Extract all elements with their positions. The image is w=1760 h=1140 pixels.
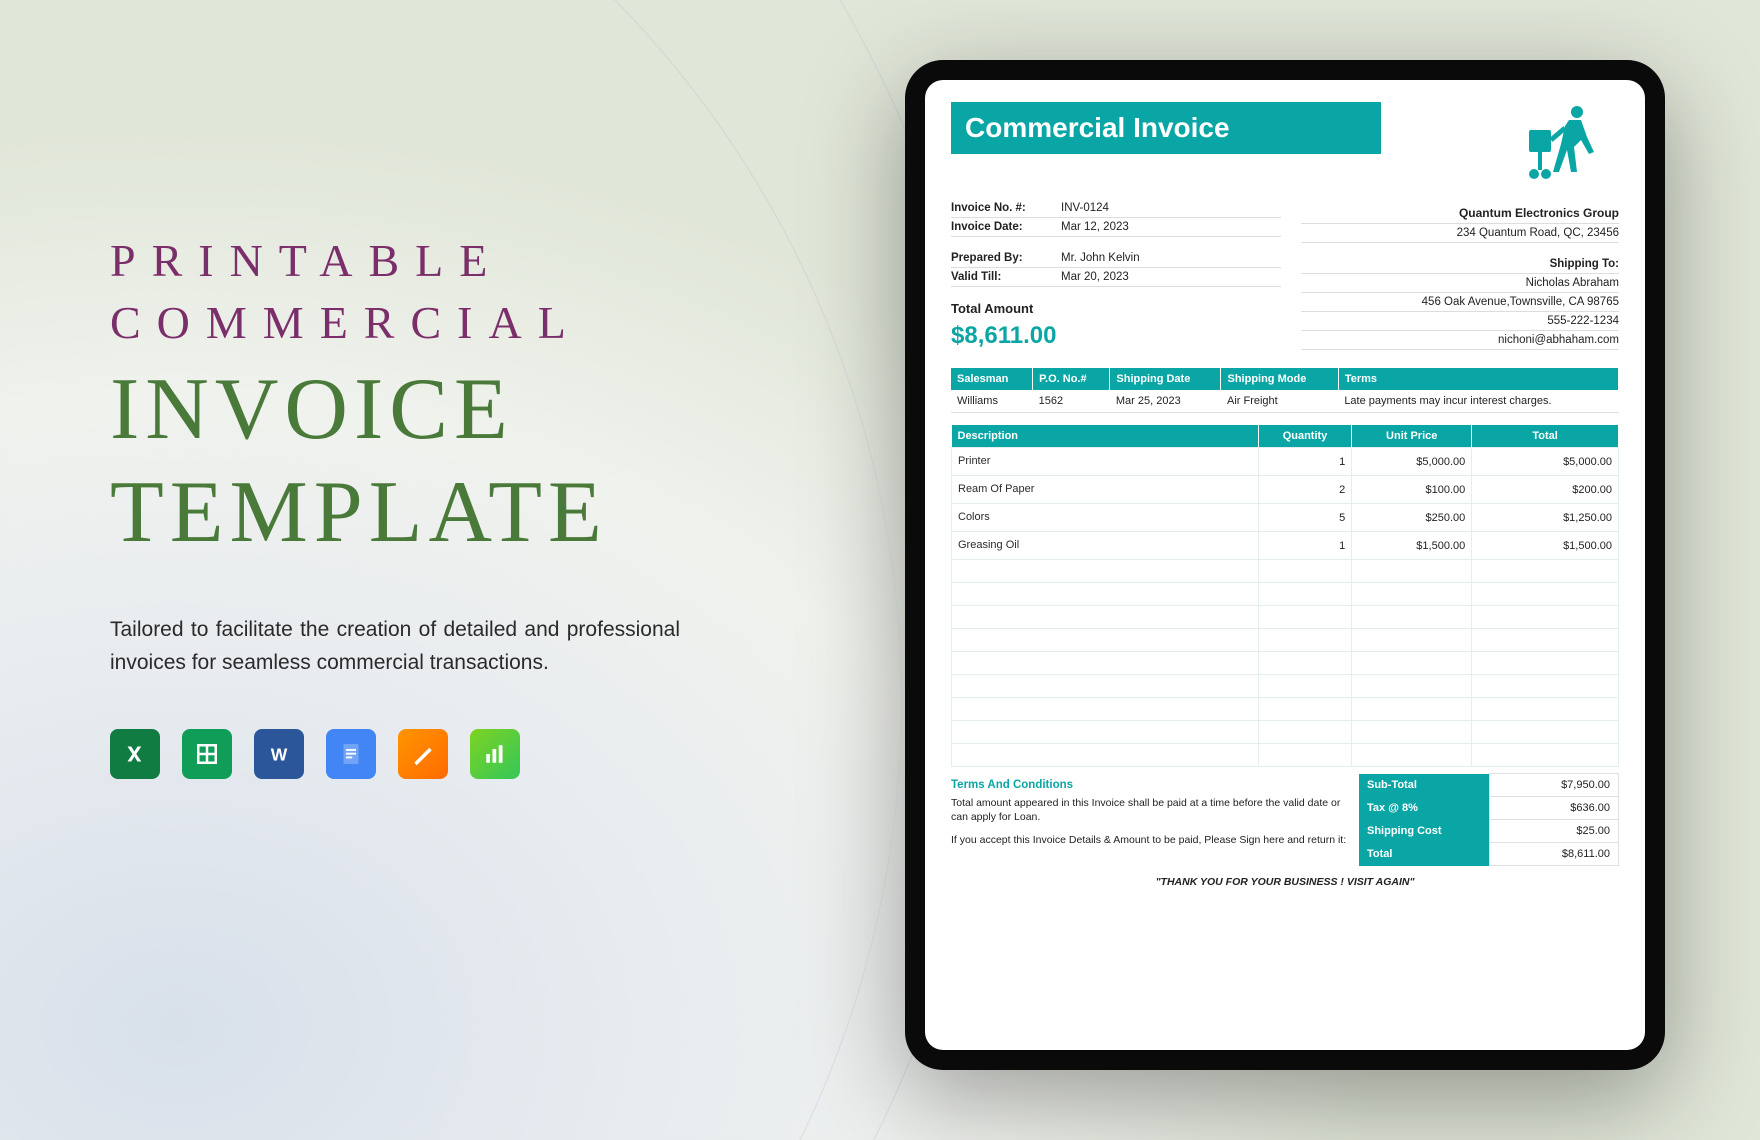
invoice-no-label: Invoice No. #: — [951, 202, 1061, 214]
shipping-phone: 555-222-1234 — [1301, 312, 1619, 331]
totals-row: Shipping Cost$25.00 — [1359, 820, 1619, 843]
totals-value: $636.00 — [1489, 797, 1619, 820]
thank-you-text: "THANK YOU FOR YOUR BUSINESS ! VISIT AGA… — [951, 876, 1619, 888]
table-row: . — [952, 560, 1619, 583]
terms-text-1: Total amount appeared in this Invoice sh… — [951, 797, 1349, 824]
item-total: $1,250.00 — [1472, 504, 1619, 532]
google-sheets-icon — [182, 729, 232, 779]
totals-value: $25.00 — [1489, 820, 1619, 843]
company-address: 234 Quantum Road, QC, 23456 — [1301, 224, 1619, 243]
order-info-table: SalesmanP.O. No.#Shipping DateShipping M… — [951, 368, 1619, 413]
shipping-name: Nicholas Abraham — [1301, 274, 1619, 293]
title-line-3: INVOICE — [110, 364, 680, 456]
info-header: Salesman — [951, 368, 1033, 390]
shipping-address: 456 Oak Avenue,Townsville, CA 98765 — [1301, 293, 1619, 312]
pages-icon — [398, 729, 448, 779]
item-total: $1,500.00 — [1472, 532, 1619, 560]
table-row: Greasing Oil1$1,500.00$1,500.00 — [952, 532, 1619, 560]
info-cell: Air Freight — [1221, 390, 1338, 413]
word-icon: W — [254, 729, 304, 779]
info-header: P.O. No.# — [1033, 368, 1110, 390]
table-row: . — [952, 744, 1619, 767]
totals-label: Sub-Total — [1359, 774, 1489, 797]
google-docs-icon — [326, 729, 376, 779]
terms-block: Terms And Conditions Total amount appear… — [951, 773, 1349, 866]
valid-till-label: Valid Till: — [951, 271, 1061, 283]
marketing-text-block: PRINTABLE COMMERCIAL INVOICE TEMPLATE Ta… — [110, 230, 680, 779]
company-name: Quantum Electronics Group — [1301, 203, 1619, 224]
totals-row: Sub-Total$7,950.00 — [1359, 774, 1619, 797]
invoice-document: Commercial Invoice — [925, 80, 1645, 1050]
invoice-no-value: INV-0124 — [1061, 202, 1109, 214]
line-items-table: DescriptionQuantityUnit PriceTotal Print… — [951, 425, 1619, 767]
prepared-by-value: Mr. John Kelvin — [1061, 252, 1140, 264]
svg-text:W: W — [271, 744, 288, 764]
shipping-to-heading: Shipping To: — [1301, 255, 1619, 274]
totals-value: $8,611.00 — [1489, 843, 1619, 866]
totals-row: Tax @ 8%$636.00 — [1359, 797, 1619, 820]
info-cell: Williams — [951, 390, 1033, 413]
total-amount-value: $8,611.00 — [951, 322, 1281, 350]
info-header: Terms — [1338, 368, 1618, 390]
table-row: . — [952, 721, 1619, 744]
item-desc: Printer — [952, 448, 1259, 476]
table-row: . — [952, 583, 1619, 606]
item-header: Description — [952, 425, 1259, 448]
terms-text-2: If you accept this Invoice Details & Amo… — [951, 834, 1349, 848]
item-total: $5,000.00 — [1472, 448, 1619, 476]
item-qty: 1 — [1258, 448, 1351, 476]
shipping-email: nichoni@abhaham.com — [1301, 331, 1619, 350]
item-unit: $5,000.00 — [1352, 448, 1472, 476]
title-line-2: COMMERCIAL — [110, 292, 680, 354]
table-row: . — [952, 675, 1619, 698]
numbers-icon — [470, 729, 520, 779]
info-cell: 1562 — [1033, 390, 1110, 413]
info-cell: Mar 25, 2023 — [1110, 390, 1221, 413]
item-qty: 2 — [1258, 476, 1351, 504]
item-header: Total — [1472, 425, 1619, 448]
table-row: Printer1$5,000.00$5,000.00 — [952, 448, 1619, 476]
totals-label: Tax @ 8% — [1359, 797, 1489, 820]
item-unit: $100.00 — [1352, 476, 1472, 504]
item-unit: $250.00 — [1352, 504, 1472, 532]
item-header: Quantity — [1258, 425, 1351, 448]
item-desc: Ream Of Paper — [952, 476, 1259, 504]
item-total: $200.00 — [1472, 476, 1619, 504]
info-header: Shipping Date — [1110, 368, 1221, 390]
totals-box: Sub-Total$7,950.00Tax @ 8%$636.00Shippin… — [1359, 773, 1619, 866]
title-line-1: PRINTABLE — [110, 230, 680, 292]
description-text: Tailored to facilitate the creation of d… — [110, 614, 680, 679]
info-cell: Late payments may incur interest charges… — [1338, 390, 1618, 413]
totals-row: Total$8,611.00 — [1359, 843, 1619, 866]
valid-till-value: Mar 20, 2023 — [1061, 271, 1129, 283]
item-unit: $1,500.00 — [1352, 532, 1472, 560]
item-desc: Colors — [952, 504, 1259, 532]
tablet-mockup: Commercial Invoice — [905, 60, 1665, 1070]
table-row: . — [952, 652, 1619, 675]
totals-label: Total — [1359, 843, 1489, 866]
title-line-4: TEMPLATE — [110, 467, 680, 559]
item-desc: Greasing Oil — [952, 532, 1259, 560]
invoice-title: Commercial Invoice — [951, 102, 1381, 154]
terms-heading: Terms And Conditions — [951, 779, 1349, 791]
prepared-by-label: Prepared By: — [951, 252, 1061, 264]
invoice-date-value: Mar 12, 2023 — [1061, 221, 1129, 233]
app-icons-row: W — [110, 729, 680, 779]
table-row: . — [952, 698, 1619, 721]
excel-icon — [110, 729, 160, 779]
delivery-person-icon — [1519, 102, 1609, 185]
totals-value: $7,950.00 — [1489, 774, 1619, 797]
total-amount-label: Total Amount — [951, 301, 1281, 316]
table-row: Colors5$250.00$1,250.00 — [952, 504, 1619, 532]
table-row: Ream Of Paper2$100.00$200.00 — [952, 476, 1619, 504]
invoice-date-label: Invoice Date: — [951, 221, 1061, 233]
table-row: . — [952, 629, 1619, 652]
item-qty: 5 — [1258, 504, 1351, 532]
info-header: Shipping Mode — [1221, 368, 1338, 390]
table-row: . — [952, 606, 1619, 629]
item-header: Unit Price — [1352, 425, 1472, 448]
item-qty: 1 — [1258, 532, 1351, 560]
totals-label: Shipping Cost — [1359, 820, 1489, 843]
